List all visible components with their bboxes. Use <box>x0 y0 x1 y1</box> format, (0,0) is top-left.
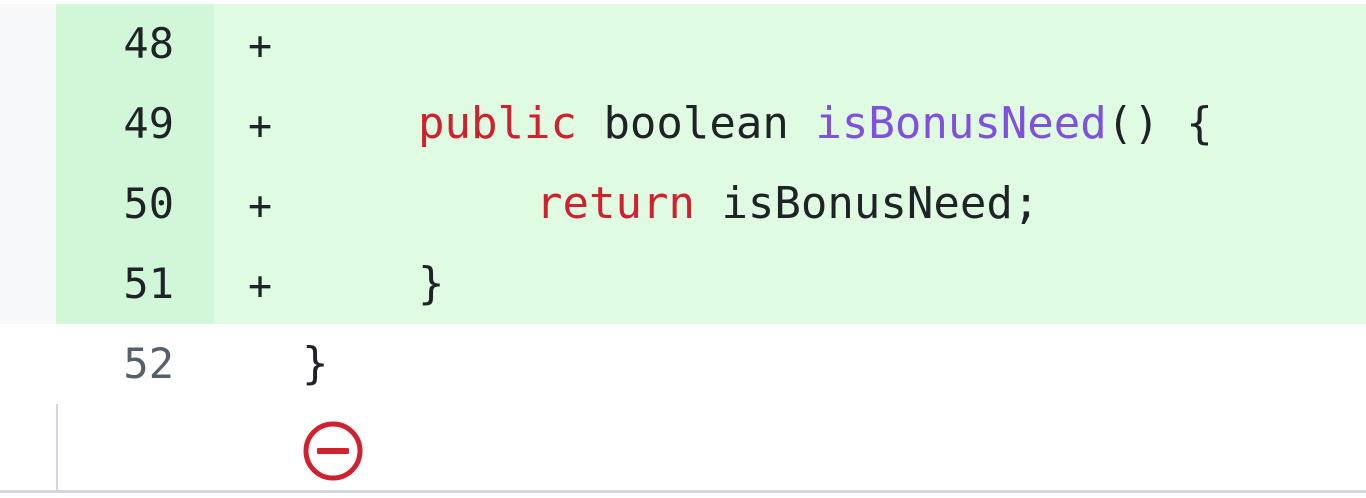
line-number: 49 <box>123 99 174 148</box>
diff-line-added: 49 + public boolean isBonusNeed() { <box>56 84 1366 164</box>
line-number: 50 <box>123 179 174 228</box>
line-number-cell[interactable]: 49 <box>56 84 214 164</box>
bottom-border <box>0 490 1366 493</box>
keyword-token: return <box>536 178 695 229</box>
line-number-cell[interactable]: 50 <box>56 164 214 244</box>
line-number: 51 <box>123 259 174 308</box>
added-marker: + <box>248 263 273 309</box>
minus-circle-icon[interactable] <box>300 418 366 484</box>
code-line: return isBonusNeed; <box>536 164 1039 244</box>
brace-token: } <box>418 258 445 309</box>
added-marker: + <box>248 103 273 149</box>
punctuation-token: () { <box>1106 98 1213 149</box>
type-token: boolean <box>576 98 816 149</box>
line-number: 48 <box>123 19 174 68</box>
keyword-token: public <box>418 98 577 149</box>
code-line: } <box>302 324 329 404</box>
identifier-token: isBonusNeed; <box>694 178 1040 229</box>
function-name-token: isBonusNeed <box>815 98 1107 149</box>
left-gutter <box>0 4 56 324</box>
diff-line-context: 52 } <box>56 324 1366 404</box>
line-number: 52 <box>123 339 174 388</box>
diff-line-added: 50 + return isBonusNeed; <box>56 164 1366 244</box>
minus-circle-icon-svg <box>303 421 363 481</box>
code-line: public boolean isBonusNeed() { <box>418 84 1213 164</box>
added-marker: + <box>248 183 273 229</box>
line-number-cell[interactable]: 52 <box>56 324 214 404</box>
line-number-cell[interactable]: 48 <box>56 4 214 84</box>
line-number-cell[interactable]: 51 <box>56 244 214 324</box>
diff-line-added: 48 + <box>56 4 1366 84</box>
diff-view: 48 + 49 + public boolean isBonusNeed() {… <box>0 0 1366 498</box>
code-line: } <box>418 244 445 324</box>
brace-token: } <box>302 338 329 389</box>
diff-line-added: 51 + } <box>56 244 1366 324</box>
added-marker: + <box>248 23 273 69</box>
